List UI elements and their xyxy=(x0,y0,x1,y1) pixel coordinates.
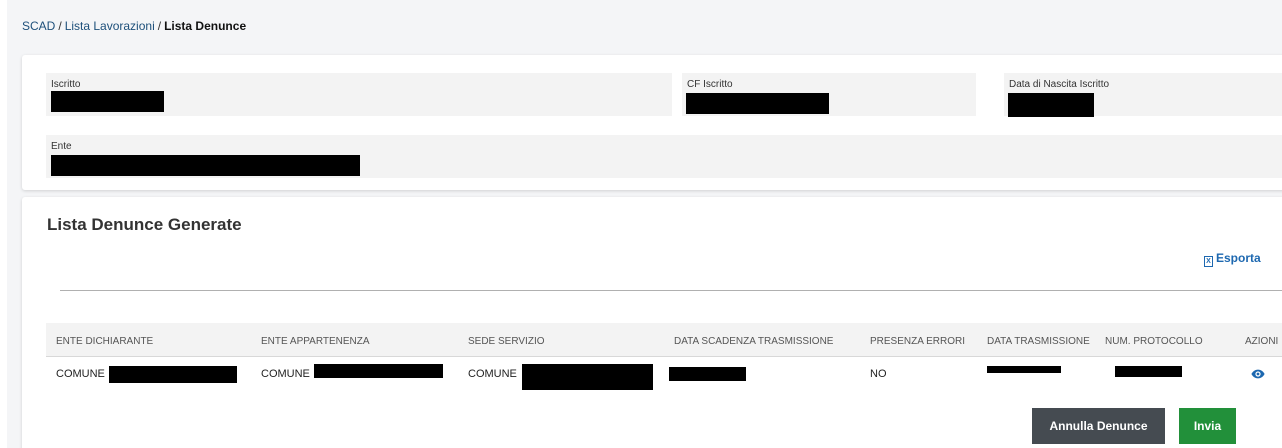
left-strip xyxy=(0,0,7,448)
section-title: Lista Denunce Generate xyxy=(47,215,242,234)
column-header[interactable]: PRESENZA ERRORI xyxy=(870,336,965,347)
breadcrumb-lista-lavorazioni[interactable]: Lista Lavorazioni xyxy=(65,19,155,33)
iscritto-label: Iscritto xyxy=(51,79,81,90)
column-header[interactable]: DATA TRASMISSIONE xyxy=(987,336,1090,347)
column-header[interactable]: SEDE SERVIZIO xyxy=(468,336,545,347)
ente-appartenenza-redacted xyxy=(314,364,443,378)
data-nascita-field: Data di Nascita Iscritto xyxy=(1004,73,1282,117)
breadcrumb-separator: / xyxy=(58,19,62,33)
cf-iscritto-field: CF Iscritto xyxy=(682,73,976,116)
sede-servizio-cell: COMUNE xyxy=(468,368,517,380)
column-header[interactable]: NUM. PROTOCOLLO xyxy=(1105,336,1203,347)
table-row: COMUNE COMUNE COMUNE NO xyxy=(46,358,1282,390)
ente-dichiarante-redacted xyxy=(109,366,237,383)
column-header[interactable]: DATA SCADENZA TRASMISSIONE xyxy=(674,336,833,347)
export-label: Esporta xyxy=(1216,251,1261,265)
sede-servizio-redacted xyxy=(522,364,653,390)
divider xyxy=(60,290,1282,291)
ente-appartenenza-cell: COMUNE xyxy=(261,368,310,380)
breadcrumb-separator: / xyxy=(157,19,162,33)
table-header: ENTE DICHIARANTE ENTE APPARTENENZA SEDE … xyxy=(46,323,1282,357)
excel-file-icon: X xyxy=(1204,256,1213,267)
data-nascita-label: Data di Nascita Iscritto xyxy=(1009,79,1110,90)
column-header[interactable]: ENTE DICHIARANTE xyxy=(56,336,153,347)
invia-button[interactable]: Invia xyxy=(1179,408,1236,444)
breadcrumb-current: Lista Denunce xyxy=(164,19,247,33)
column-header[interactable]: ENTE APPARTENENZA xyxy=(261,336,370,347)
cf-iscritto-redacted-value xyxy=(686,93,829,114)
breadcrumb: SCAD / Lista Lavorazioni / Lista Denunce xyxy=(22,19,246,33)
presenza-errori-cell: NO xyxy=(870,368,887,380)
data-scadenza-redacted xyxy=(669,367,746,381)
cf-iscritto-label: CF Iscritto xyxy=(687,79,733,90)
export-button[interactable]: X Esporta xyxy=(1204,251,1261,267)
lista-denunce-card: Lista Denunce Generate X Esporta ENTE DIC… xyxy=(22,197,1282,448)
iscritto-field: Iscritto xyxy=(46,73,672,116)
num-protocollo-redacted xyxy=(1115,366,1182,377)
iscritto-redacted-value xyxy=(51,91,164,112)
annulla-denunce-button[interactable]: Annulla Denunce xyxy=(1032,408,1165,444)
breadcrumb-root[interactable]: SCAD xyxy=(22,19,55,33)
eye-icon[interactable] xyxy=(1251,369,1265,379)
ente-field: Ente xyxy=(46,135,1282,178)
data-nascita-redacted-value xyxy=(1008,93,1094,117)
ente-label: Ente xyxy=(51,141,72,152)
data-trasmissione-redacted xyxy=(987,366,1061,373)
iscritto-info-card: Iscritto CF Iscritto Data di Nascita Isc… xyxy=(22,55,1282,190)
column-header[interactable]: AZIONI xyxy=(1245,336,1278,347)
ente-dichiarante-cell: COMUNE xyxy=(56,368,105,380)
ente-redacted-value xyxy=(51,155,360,176)
